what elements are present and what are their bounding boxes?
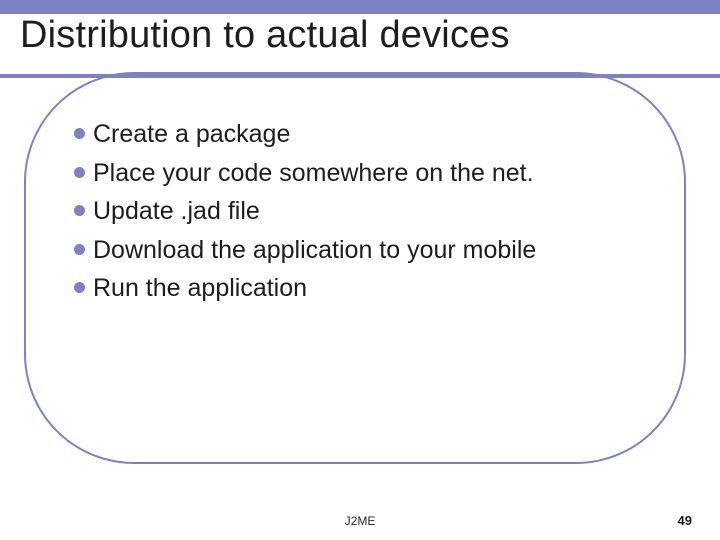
bullet-dot-icon (74, 282, 85, 293)
bullet-text: Place your code somewhere on the net. (93, 157, 534, 190)
slide-title: Distribution to actual devices (20, 14, 700, 57)
footer-text: J2ME (0, 514, 720, 528)
list-item: Place your code somewhere on the net. (74, 157, 670, 190)
slide: Distribution to actual devices Create a … (0, 0, 720, 540)
page-number: 49 (678, 513, 692, 528)
list-item: Update .jad file (74, 195, 670, 228)
bullet-dot-icon (74, 167, 85, 178)
bullet-list: Create a package Place your code somewhe… (74, 118, 670, 311)
bullet-text: Create a package (93, 118, 290, 151)
list-item: Run the application (74, 272, 670, 305)
list-item: Download the application to your mobile (74, 234, 670, 267)
bullet-text: Update .jad file (93, 195, 260, 228)
bullet-text: Download the application to your mobile (93, 234, 536, 267)
list-item: Create a package (74, 118, 670, 151)
bullet-dot-icon (74, 128, 85, 139)
bullet-dot-icon (74, 205, 85, 216)
bullet-dot-icon (74, 244, 85, 255)
top-accent-band (0, 0, 720, 14)
bullet-text: Run the application (93, 272, 307, 305)
